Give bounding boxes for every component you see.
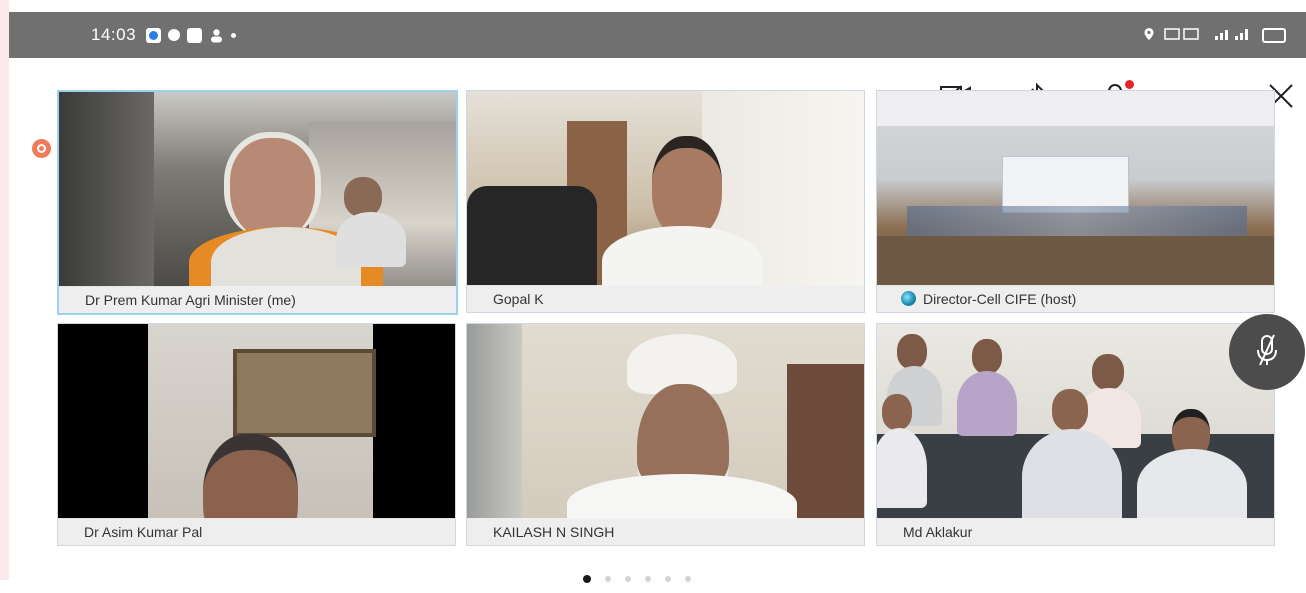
more-notifications-dot	[231, 32, 237, 38]
recording-indicator-icon	[32, 139, 51, 158]
page-dot[interactable]	[685, 576, 691, 582]
video-tile[interactable]: KAILASH N SINGH	[466, 323, 865, 546]
video-tile[interactable]: Md Aklakur	[876, 323, 1275, 546]
video-feed	[877, 91, 1274, 286]
participant-name-label: KAILASH N SINGH	[467, 518, 864, 545]
location-icon	[1143, 27, 1155, 44]
participant-name-label: Director-Cell CIFE (host)	[877, 285, 1274, 312]
page-dot[interactable]	[605, 576, 611, 582]
video-feed	[877, 324, 1274, 519]
video-feed	[467, 91, 864, 286]
mic-muted-icon	[1252, 332, 1282, 373]
status-bar: 14:03	[9, 12, 1306, 58]
participants-notification-dot	[1125, 80, 1134, 89]
status-system-icons	[1143, 12, 1286, 58]
data-icon	[1164, 27, 1204, 44]
page-dot[interactable]	[665, 576, 671, 582]
signal-icon	[1213, 27, 1253, 44]
video-tile[interactable]: Gopal K	[466, 90, 865, 313]
page-dot[interactable]	[645, 576, 651, 582]
page-dot-active[interactable]	[583, 575, 591, 583]
record-icon	[168, 29, 181, 41]
participant-name-label: Md Aklakur	[877, 518, 1274, 545]
video-icon	[187, 27, 203, 43]
participant-name-label: Dr Asim Kumar Pal	[58, 518, 455, 545]
battery-icon	[1262, 27, 1286, 43]
video-tile[interactable]: Director-Cell CIFE (host)	[876, 90, 1275, 313]
video-tile[interactable]: Dr Prem Kumar Agri Minister (me)	[57, 90, 458, 315]
participant-name-label: Gopal K	[467, 285, 864, 312]
video-tile[interactable]: Dr Asim Kumar Pal	[57, 323, 456, 546]
participant-name-label: Dr Prem Kumar Agri Minister (me)	[59, 286, 456, 313]
app-notification-icon	[146, 27, 162, 43]
host-icon	[901, 291, 916, 306]
left-edge	[0, 0, 9, 580]
video-feed	[59, 92, 456, 287]
video-feed	[58, 324, 455, 519]
mic-mute-button[interactable]	[1229, 314, 1305, 390]
video-feed	[467, 324, 864, 519]
status-time: 14:03	[91, 25, 137, 44]
page-dot[interactable]	[625, 576, 631, 582]
page-indicator	[583, 575, 691, 583]
contacts-icon	[209, 28, 224, 43]
status-notification-icons	[146, 27, 237, 43]
